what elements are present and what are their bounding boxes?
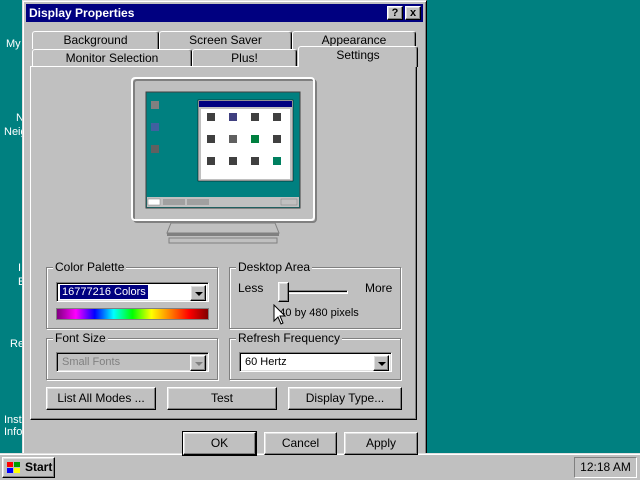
desktop-label-my-computer[interactable]: My (6, 38, 21, 50)
resolution-text: 640 by 480 pixels (273, 307, 359, 319)
desktop-label-ie-1[interactable]: I (18, 262, 21, 274)
desktop-area-label: Desktop Area (236, 260, 313, 274)
ok-button[interactable]: OK (182, 431, 257, 456)
tab-background[interactable]: Background (32, 31, 159, 49)
help-button[interactable]: ? (387, 6, 403, 20)
refresh-frequency-label: Refresh Frequency (236, 331, 343, 345)
refresh-frequency-group: Refresh Frequency 60 Hertz (229, 331, 401, 380)
mouse-cursor-icon (273, 304, 287, 325)
chevron-down-icon (195, 292, 203, 296)
title-bar[interactable]: Display Properties ? x (26, 4, 423, 22)
settings-panel: Color Palette 16777216 Colors Desktop Ar… (30, 66, 417, 420)
apply-button[interactable]: Apply (344, 432, 418, 455)
monitor-preview (131, 77, 317, 244)
display-type-button[interactable]: Display Type... (288, 387, 402, 410)
tab-plus[interactable]: Plus! (192, 49, 297, 67)
color-palette-value: 16777216 Colors (59, 284, 149, 300)
color-palette-dropdown-button[interactable] (190, 285, 206, 301)
tab-monitor-selection[interactable]: Monitor Selection (32, 49, 192, 67)
refresh-frequency-value: 60 Hertz (245, 356, 287, 368)
desktop-area-group: Desktop Area Less More 640 by 480 pixels (229, 260, 401, 329)
clock-text: 12:18 AM (580, 460, 631, 474)
close-button[interactable]: x (405, 6, 421, 20)
tab-settings[interactable]: Settings (298, 46, 418, 67)
start-button[interactable]: Start (2, 457, 55, 478)
start-label: Start (25, 460, 53, 474)
test-button[interactable]: Test (167, 387, 277, 410)
chevron-down-icon (378, 362, 386, 366)
chevron-down-icon (195, 362, 203, 366)
font-size-label: Font Size (53, 331, 108, 345)
windows-logo-icon (7, 462, 20, 473)
color-palette-group: Color Palette 16777216 Colors (46, 260, 218, 329)
color-palette-label: Color Palette (53, 260, 127, 274)
close-icon: x (409, 7, 417, 19)
refresh-frequency-dropdown[interactable]: 60 Hertz (239, 352, 392, 372)
font-size-dropdown-button[interactable] (190, 355, 206, 371)
more-label: More (365, 281, 393, 295)
font-size-group: Font Size Small Fonts (46, 331, 218, 380)
cancel-button[interactable]: Cancel (264, 432, 337, 455)
desktop-label-inst-1[interactable]: Inst (4, 414, 22, 426)
taskbar: Start 12:18 AM (0, 453, 640, 480)
font-size-value: Small Fonts (62, 356, 121, 368)
desktop-area-slider-thumb[interactable] (278, 282, 289, 302)
desktop-label-inst-2[interactable]: Info (4, 426, 22, 438)
less-label: Less (238, 281, 264, 295)
system-clock[interactable]: 12:18 AM (574, 457, 637, 478)
font-size-dropdown[interactable]: Small Fonts (56, 352, 209, 372)
list-all-modes-button[interactable]: List All Modes ... (46, 387, 156, 410)
color-spectrum-bar (56, 308, 209, 320)
help-icon: ? (391, 7, 399, 19)
color-palette-dropdown[interactable]: 16777216 Colors (56, 282, 209, 302)
window-title: Display Properties (29, 6, 135, 20)
tab-screen-saver[interactable]: Screen Saver (159, 31, 292, 49)
refresh-dropdown-button[interactable] (373, 355, 389, 371)
